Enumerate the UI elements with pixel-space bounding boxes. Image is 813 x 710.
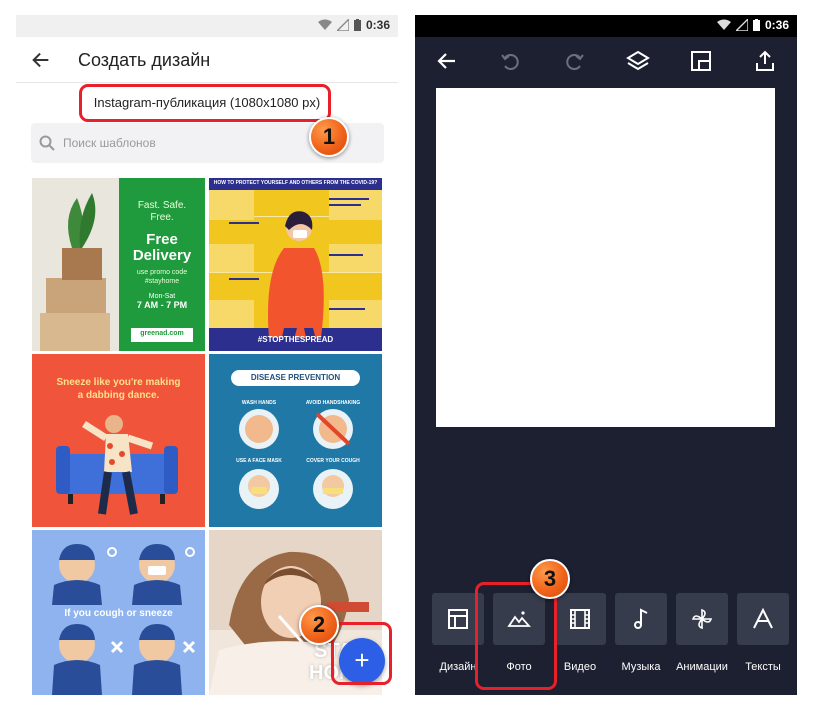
image-icon bbox=[507, 611, 531, 627]
redo-icon[interactable] bbox=[562, 49, 586, 73]
step-badge-2: 2 bbox=[299, 605, 339, 645]
text-icon bbox=[753, 607, 773, 629]
page-title: Создать дизайн bbox=[78, 50, 211, 70]
tile-text: USE A FACE MASK bbox=[236, 458, 282, 464]
template-free-delivery[interactable]: Fast. Safe. Free. Free Delivery use prom… bbox=[32, 178, 205, 351]
signal-icon bbox=[735, 19, 748, 31]
step-badge-3: 3 bbox=[530, 559, 570, 599]
tile-text: greenad.com bbox=[140, 330, 184, 337]
battery-icon bbox=[752, 19, 760, 31]
music-note-icon bbox=[634, 608, 648, 629]
battery-icon bbox=[353, 19, 361, 31]
status-bar: 0:36 bbox=[16, 15, 398, 37]
search-placeholder: Поиск шаблонов bbox=[63, 136, 156, 150]
wifi-icon bbox=[317, 19, 332, 30]
app-bar: Создать дизайн bbox=[16, 37, 398, 83]
template-cough-or-sneeze[interactable]: If you cough or sneeze bbox=[32, 530, 205, 695]
tile-text: Free. bbox=[150, 212, 174, 223]
tool-video[interactable]: Видео bbox=[549, 593, 611, 673]
tool-music[interactable]: Музыка bbox=[610, 593, 672, 673]
tool-bar: Дизайн Фото Видео Музыка Анимации Тексты bbox=[427, 593, 797, 683]
back-arrow-icon[interactable] bbox=[435, 49, 459, 73]
search-icon bbox=[39, 135, 55, 151]
tile-text: #stayhome bbox=[144, 278, 180, 285]
editor-toolbar bbox=[415, 37, 797, 85]
tool-label: Анимации bbox=[676, 661, 728, 673]
tile-text: WASH HANDS bbox=[241, 400, 277, 406]
tile-text: 7 AM - 7 PM bbox=[136, 300, 188, 310]
status-bar: 0:36 bbox=[415, 15, 797, 37]
tile-text: AVOID HANDSHAKING bbox=[305, 400, 361, 406]
tile-text: COVER YOUR COUGH bbox=[306, 458, 360, 464]
tile-text: DISEASE PREVENTION bbox=[250, 373, 341, 382]
share-icon[interactable] bbox=[753, 49, 777, 73]
tool-label: Видео bbox=[563, 661, 597, 673]
tile-text: Fast. Safe. bbox=[137, 200, 187, 211]
tool-design[interactable]: Дизайн bbox=[427, 593, 489, 673]
tool-photo[interactable]: Фото bbox=[488, 593, 550, 673]
status-time: 0:36 bbox=[365, 18, 390, 32]
status-time: 0:36 bbox=[764, 18, 789, 32]
tile-text: HOW TO PROTECT YOURSELF AND OTHERS FROM … bbox=[213, 180, 378, 186]
add-button[interactable]: + bbox=[339, 638, 385, 684]
signal-icon bbox=[336, 19, 349, 31]
tile-text: #STOPTHESPREAD bbox=[257, 335, 334, 344]
tile-text: Sneeze like you're making bbox=[56, 377, 181, 388]
tile-text: Delivery bbox=[132, 247, 192, 264]
layout-icon bbox=[448, 609, 468, 629]
tile-text: use promo code bbox=[136, 269, 188, 276]
tool-label: Дизайн bbox=[439, 661, 477, 673]
template-disease-prevention[interactable]: DISEASE PREVENTION WASH HANDS AVOID HAND… bbox=[209, 354, 382, 527]
tile-text: If you cough or sneeze bbox=[64, 608, 173, 619]
tool-animation[interactable]: Анимации bbox=[671, 593, 733, 673]
left-screen: 0:36 Создать дизайн Instagram-публикация… bbox=[16, 15, 398, 695]
layers-icon[interactable] bbox=[626, 49, 650, 73]
tile-text: Free bbox=[146, 231, 178, 248]
tool-label: Фото bbox=[506, 661, 532, 673]
undo-icon[interactable] bbox=[499, 49, 523, 73]
tile-text: a dabbing dance. bbox=[77, 390, 160, 401]
canvas-size-label[interactable]: Instagram-публикация (1080x1080 px) bbox=[16, 95, 398, 110]
resize-icon[interactable] bbox=[689, 49, 713, 73]
tool-label: Тексты bbox=[745, 661, 781, 673]
wifi-icon bbox=[716, 19, 731, 30]
template-dabbing-dance[interactable]: Sneeze like you're making a dabbing danc… bbox=[32, 354, 205, 527]
right-screen: 0:36 Дизайн Фото Видео Музыка Анимации Т… bbox=[415, 15, 797, 695]
template-stop-the-spread[interactable]: HOW TO PROTECT YOURSELF AND OTHERS FROM … bbox=[209, 178, 382, 351]
back-arrow-icon[interactable] bbox=[30, 49, 52, 71]
step-badge-1: 1 bbox=[309, 117, 349, 157]
film-icon bbox=[570, 609, 590, 629]
design-canvas[interactable] bbox=[436, 88, 775, 427]
pinwheel-icon bbox=[691, 608, 713, 630]
tool-label: Музыка bbox=[621, 661, 661, 673]
tool-text[interactable]: Тексты bbox=[732, 593, 794, 673]
